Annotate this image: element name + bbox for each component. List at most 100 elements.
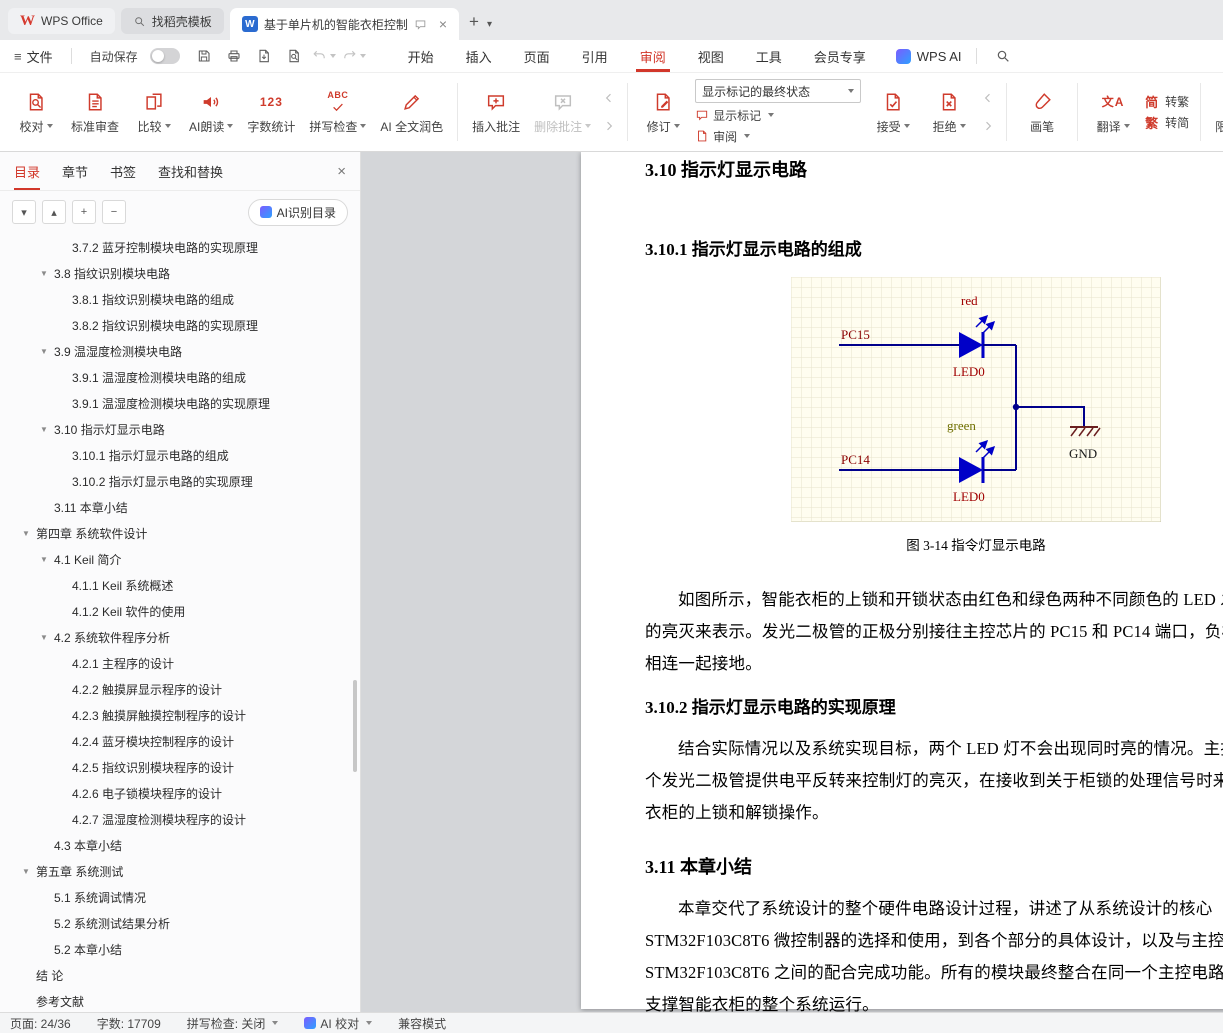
ai-recognize-toc-button[interactable]: AI识别目录	[248, 199, 348, 226]
menu-insert[interactable]: 插入	[450, 40, 508, 72]
toc-item[interactable]: ▼3.10.1 指示灯显示电路的组成	[0, 443, 360, 469]
sidebar-scrollbar[interactable]	[353, 680, 357, 772]
new-tab-button[interactable]: +	[469, 12, 479, 32]
toc-item[interactable]: ▼3.7.2 蓝牙控制模块电路的实现原理	[0, 235, 360, 261]
word-count-button[interactable]: 123 字数统计	[240, 76, 302, 148]
proofread-button[interactable]: 校对	[8, 76, 64, 148]
ai-read-aloud-button[interactable]: AI朗读	[182, 76, 240, 148]
toc-item[interactable]: ▼第五章 系统测试	[0, 859, 360, 885]
toc-item[interactable]: ▼4.1 Keil 简介	[0, 547, 360, 573]
toc-item[interactable]: ▼3.9 温湿度检测模块电路	[0, 339, 360, 365]
close-sidebar-icon[interactable]: ×	[337, 163, 346, 180]
toc-expand-arrow-icon[interactable]: ▼	[22, 859, 36, 885]
search-icon[interactable]	[991, 45, 1015, 67]
toc-item[interactable]: ▼3.9.1 温湿度检测模块电路的实现原理	[0, 391, 360, 417]
toc-expand-arrow-icon[interactable]: ▼	[40, 417, 54, 443]
toc-collapse-button[interactable]: −	[102, 200, 126, 224]
menu-review[interactable]: 审阅	[624, 40, 682, 72]
toc-next-heading-button[interactable]: ▾	[12, 200, 36, 224]
toc-previous-heading-button[interactable]: ▴	[42, 200, 66, 224]
menu-reference[interactable]: 引用	[566, 40, 624, 72]
file-menu-button[interactable]: ≡ 文件	[10, 47, 57, 66]
tab-list-dropdown-icon[interactable]: ▾	[487, 19, 492, 30]
toc-item[interactable]: ▼4.2.2 触摸屏显示程序的设计	[0, 677, 360, 703]
menu-page[interactable]: 页面	[508, 40, 566, 72]
to-simplified-button[interactable]: 繁 转简	[1145, 114, 1189, 132]
toc-item[interactable]: ▼4.2.6 电子锁模块程序的设计	[0, 781, 360, 807]
toc-item[interactable]: ▼3.8.2 指纹识别模块电路的实现原理	[0, 313, 360, 339]
toc-item[interactable]: ▼4.1.1 Keil 系统概述	[0, 573, 360, 599]
menu-tools[interactable]: 工具	[740, 40, 798, 72]
reject-change-button[interactable]: 拒绝	[921, 76, 977, 148]
compare-button[interactable]: 比较	[126, 76, 182, 148]
led-circuit-figure[interactable]: PC15 PC14 red green LED0 LED0 GND	[791, 277, 1161, 526]
document-area[interactable]: 3.10 指示灯显示电路 3.10.1 指示灯显示电路的组成	[361, 152, 1223, 1012]
toc-item[interactable]: ▼4.2.4 蓝牙模块控制程序的设计	[0, 729, 360, 755]
redo-icon[interactable]	[342, 45, 366, 67]
wps-home-tab[interactable]: W WPS Office	[8, 8, 115, 34]
toc-item[interactable]: ▼4.1.2 Keil 软件的使用	[0, 599, 360, 625]
standard-review-button[interactable]: 标准审查	[64, 76, 126, 148]
undo-icon[interactable]	[312, 45, 336, 67]
menu-home[interactable]: 开始	[392, 40, 450, 72]
toc-expand-arrow-icon[interactable]: ▼	[22, 521, 36, 547]
toc-item[interactable]: ▼4.2 系统软件程序分析	[0, 625, 360, 651]
print-preview-icon[interactable]	[282, 45, 306, 67]
toc-item[interactable]: ▼3.10 指示灯显示电路	[0, 417, 360, 443]
spellcheck-status[interactable]: 拼写检查: 关闭	[187, 1015, 279, 1032]
toc-item[interactable]: ▼3.10.2 指示灯显示电路的实现原理	[0, 469, 360, 495]
document-page[interactable]: 3.10 指示灯显示电路 3.10.1 指示灯显示电路的组成	[581, 152, 1223, 1009]
toc-item[interactable]: ▼第四章 系统软件设计	[0, 521, 360, 547]
toc-item[interactable]: ▼3.9.1 温湿度检测模块电路的组成	[0, 365, 360, 391]
save-icon[interactable]	[192, 45, 216, 67]
toc-expand-arrow-icon[interactable]: ▼	[40, 339, 54, 365]
toc-item[interactable]: ▼4.3 本章小结	[0, 833, 360, 859]
toc-item[interactable]: ▼4.2.1 主程序的设计	[0, 651, 360, 677]
toc-item[interactable]: ▼5.2 系统测试结果分析	[0, 911, 360, 937]
to-traditional-button[interactable]: 简 转繁	[1145, 93, 1189, 111]
print-icon[interactable]	[222, 45, 246, 67]
toc-item[interactable]: ▼参考文献	[0, 989, 360, 1012]
toc-expand-arrow-icon[interactable]: ▼	[40, 625, 54, 651]
markup-state-combobox[interactable]: 显示标记的最终状态	[695, 79, 861, 103]
toc-item[interactable]: ▼3.8.1 指纹识别模块电路的组成	[0, 287, 360, 313]
word-count-indicator[interactable]: 字数: 17709	[97, 1015, 161, 1032]
restrict-editing-button[interactable]: 限制编辑	[1208, 76, 1223, 148]
ai-proofread-status[interactable]: AI 校对	[304, 1015, 372, 1032]
toc-item[interactable]: ▼结 论	[0, 963, 360, 989]
sidebar-tab-chapters[interactable]: 章节	[62, 152, 88, 190]
sidebar-tab-bookmarks[interactable]: 书签	[110, 152, 136, 190]
toc-expand-arrow-icon[interactable]: ▼	[40, 547, 54, 573]
document-tab[interactable]: W 基于单片机的智能衣柜控制 ×	[230, 8, 459, 40]
toc-item[interactable]: ▼4.2.7 温湿度检测模块程序的设计	[0, 807, 360, 833]
insert-comment-button[interactable]: 插入批注	[465, 76, 527, 148]
track-changes-button[interactable]: 修订	[635, 76, 691, 148]
review-pane-button[interactable]: 审阅	[695, 127, 861, 145]
menu-member[interactable]: 会员专享	[798, 40, 882, 72]
wps-ai-label[interactable]: WPS AI	[917, 49, 962, 64]
word-count-icon: 123	[260, 90, 283, 114]
toc-expand-button[interactable]: +	[72, 200, 96, 224]
ink-brush-button[interactable]: 画笔	[1014, 76, 1070, 148]
autosave-toggle[interactable]	[150, 48, 180, 64]
label-gnd: GND	[1069, 446, 1097, 461]
accept-change-button[interactable]: 接受	[865, 76, 921, 148]
toc-expand-arrow-icon[interactable]: ▼	[40, 261, 54, 287]
menu-view[interactable]: 视图	[682, 40, 740, 72]
spell-check-button[interactable]: ABC 拼写检查	[302, 76, 373, 148]
toc-item[interactable]: ▼4.2.5 指纹识别模块程序的设计	[0, 755, 360, 781]
toc-item[interactable]: ▼5.2 本章小结	[0, 937, 360, 963]
template-search-tab[interactable]: 找稻壳模板	[121, 8, 224, 34]
close-tab-icon[interactable]: ×	[439, 16, 447, 32]
show-markup-button[interactable]: 显示标记	[695, 106, 861, 124]
toc-item[interactable]: ▼5.1 系统调试情况	[0, 885, 360, 911]
sidebar-tab-find-replace[interactable]: 查找和替换	[158, 152, 223, 190]
export-pdf-icon[interactable]	[252, 45, 276, 67]
ai-polish-button[interactable]: AI 全文润色	[373, 76, 450, 148]
sidebar-tab-contents[interactable]: 目录	[14, 152, 40, 190]
toc-item[interactable]: ▼3.8 指纹识别模块电路	[0, 261, 360, 287]
page-indicator[interactable]: 页面: 24/36	[10, 1015, 71, 1032]
toc-item[interactable]: ▼4.2.3 触摸屏触摸控制程序的设计	[0, 703, 360, 729]
translate-button[interactable]: 文A 翻译	[1085, 76, 1141, 148]
toc-item[interactable]: ▼3.11 本章小结	[0, 495, 360, 521]
